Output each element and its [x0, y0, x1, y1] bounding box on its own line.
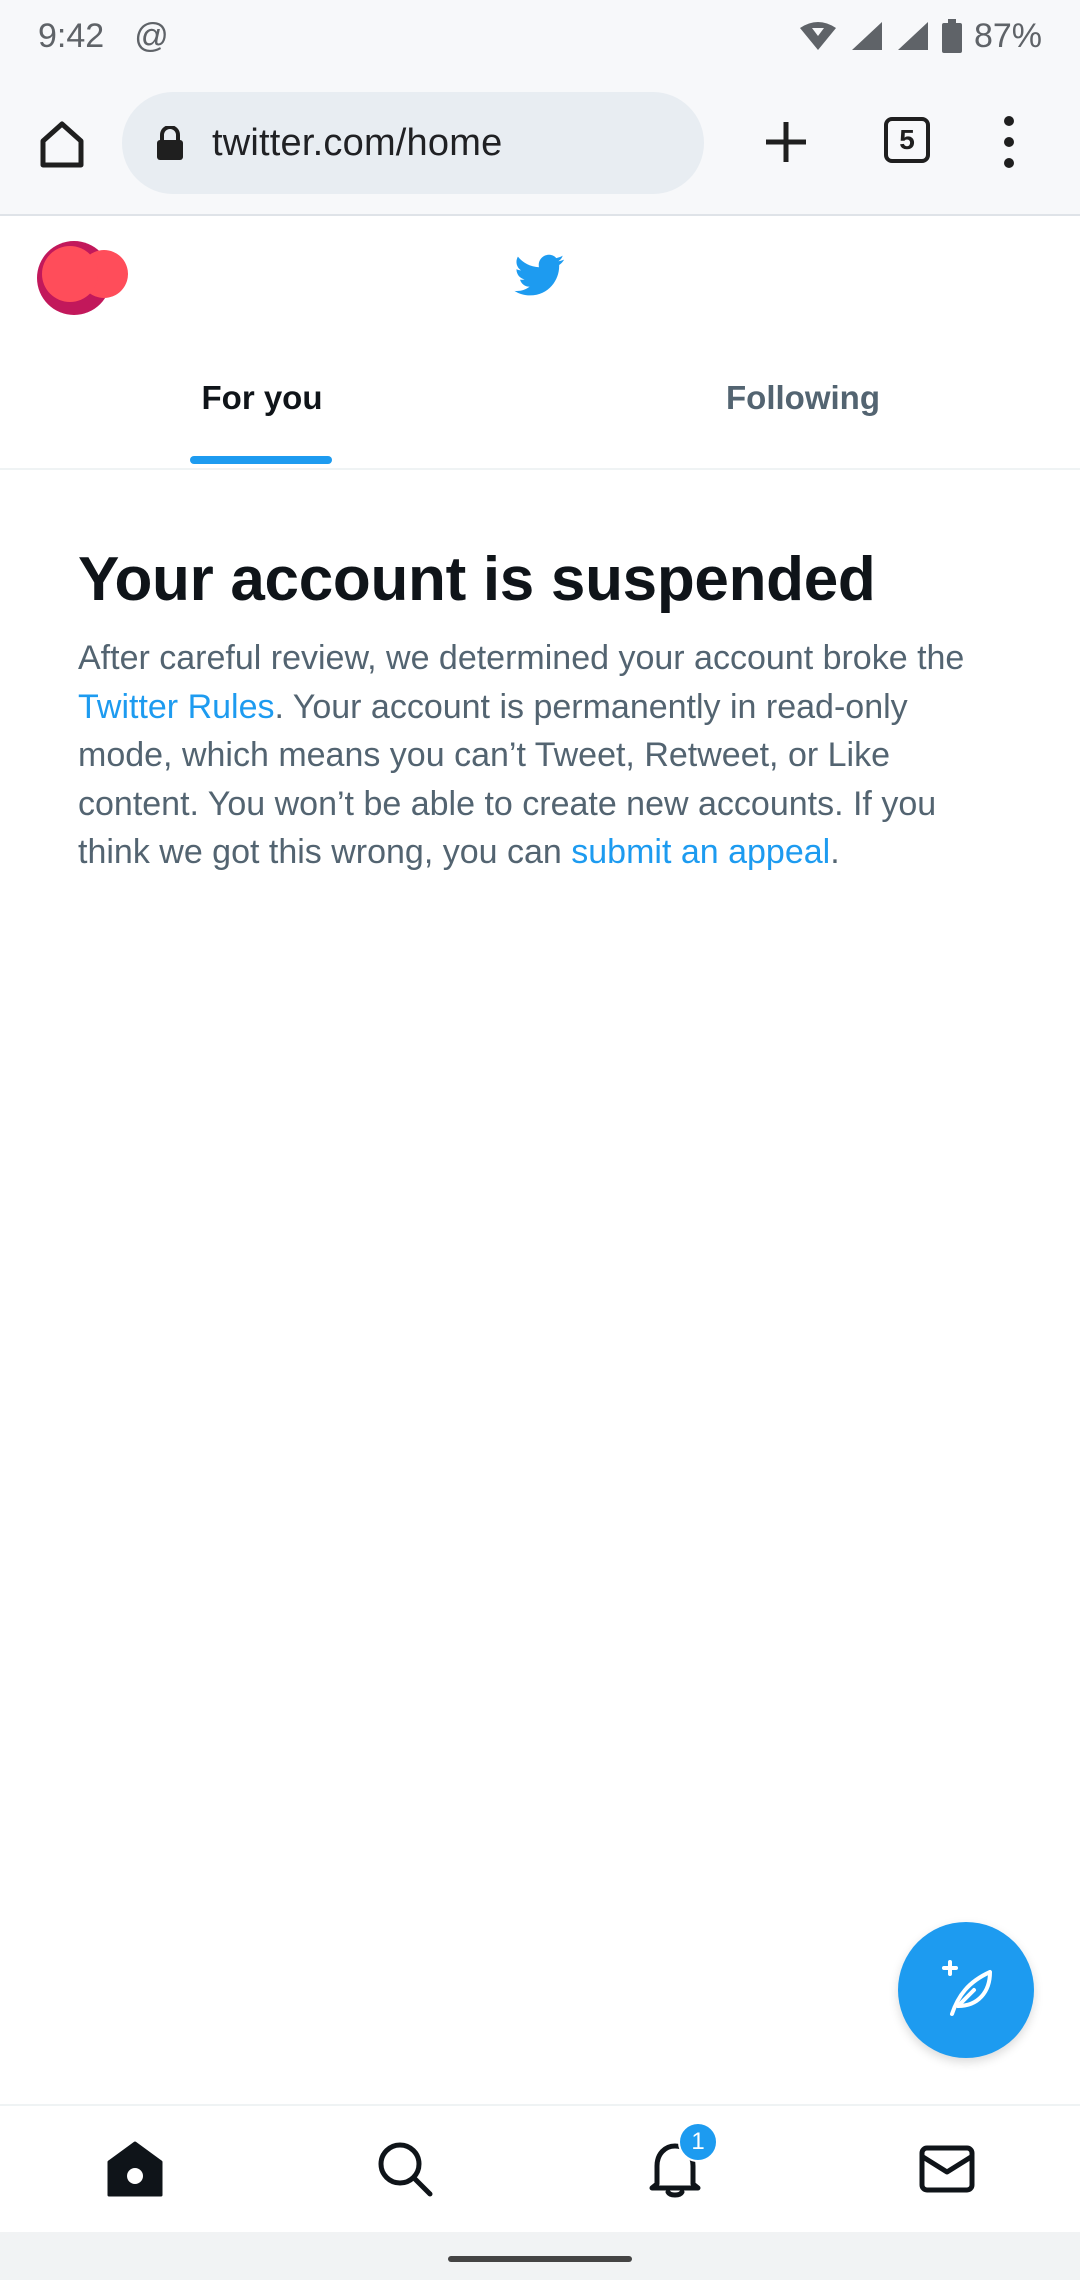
mail-icon [919, 2145, 975, 2193]
browser-home-button[interactable] [32, 114, 92, 174]
url-text: twitter.com/home [212, 121, 503, 164]
menu-dot [1004, 116, 1014, 126]
battery-icon [941, 19, 962, 53]
lock-icon [156, 126, 186, 160]
page-title: Your account is suspended [78, 545, 876, 614]
status-right: 87% [798, 17, 1042, 56]
status-time: 9:42 [38, 16, 105, 55]
message-text: . [830, 833, 840, 871]
tab-label: For you [201, 379, 323, 416]
plus-icon [766, 122, 806, 162]
twitter-header: For you Following [0, 218, 1080, 470]
menu-dot [1004, 158, 1014, 168]
compose-feather-icon [942, 1960, 992, 2016]
tab-following[interactable]: Following [620, 348, 986, 448]
status-at-icon: @ [134, 16, 169, 55]
message-text: After careful review, we determined your… [78, 639, 965, 677]
menu-dots-icon[interactable] [994, 112, 1024, 172]
active-tab-indicator [190, 456, 332, 464]
gesture-handle[interactable] [448, 2256, 632, 2262]
menu-dot [1004, 137, 1014, 147]
status-left: 9:42 @ [38, 17, 169, 56]
twitter-logo-icon[interactable] [512, 250, 568, 300]
status-bar: 9:42 @ 87% [0, 0, 1080, 72]
tab-label: Following [726, 379, 880, 416]
screen: 9:42 @ 87% twitter.com/home 5 For you Fo… [0, 0, 1080, 2280]
browser-toolbar: twitter.com/home 5 [0, 72, 1080, 216]
url-bar[interactable]: twitter.com/home [122, 92, 704, 194]
gesture-nav-area [0, 2232, 1080, 2280]
avatar[interactable] [36, 240, 132, 316]
nav-notifications[interactable]: 1 [640, 2122, 718, 2204]
signal-icon [896, 20, 930, 52]
home-icon [40, 121, 84, 168]
nav-home[interactable] [100, 2134, 170, 2204]
twitter-rules-link[interactable]: Twitter Rules [78, 688, 275, 726]
suspension-notice: Your account is suspended After careful … [78, 540, 1008, 877]
tabs-button[interactable]: 5 [884, 117, 930, 163]
bottom-nav: 1 [0, 2104, 1080, 2232]
notification-badge: 1 [678, 2122, 718, 2162]
tab-for-you[interactable]: For you [120, 348, 404, 448]
new-tab-button[interactable] [756, 112, 816, 172]
signal-icon [850, 20, 884, 52]
submit-appeal-link[interactable]: submit an appeal [571, 833, 830, 871]
battery-percent: 87% [973, 16, 1042, 55]
nav-messages[interactable] [912, 2134, 982, 2204]
search-icon [378, 2142, 433, 2197]
compose-tweet-button[interactable] [898, 1922, 1034, 2058]
wifi-icon [798, 20, 838, 52]
home-icon [107, 2141, 163, 2197]
nav-search[interactable] [370, 2134, 440, 2204]
suspension-message: After careful review, we determined your… [78, 634, 1008, 877]
tab-count: 5 [899, 124, 915, 155]
